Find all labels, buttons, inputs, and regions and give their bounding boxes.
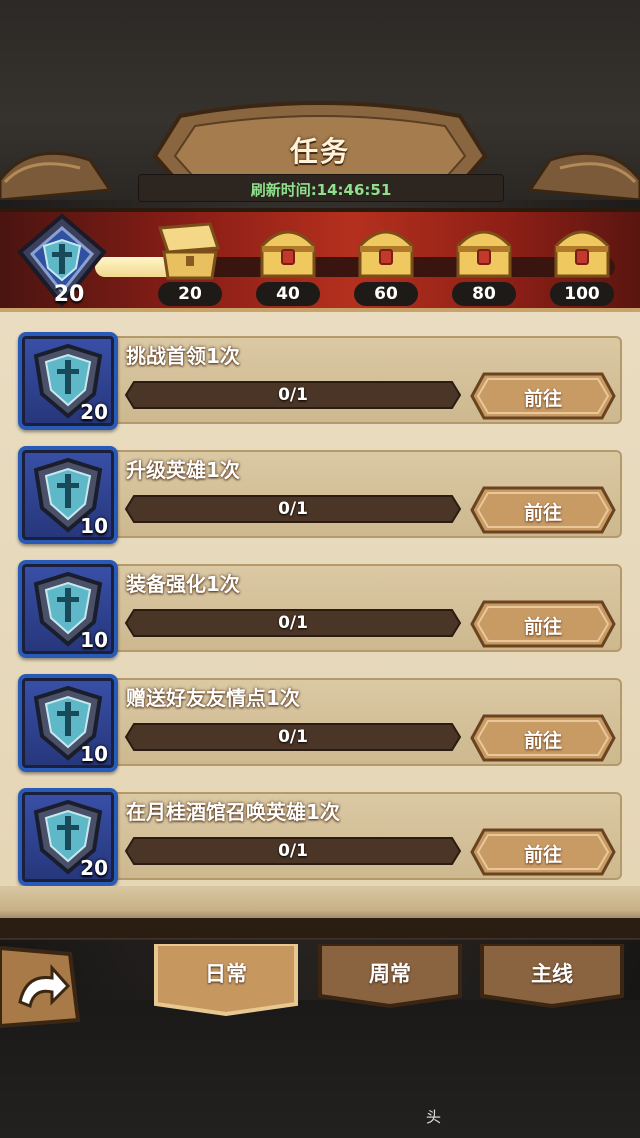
closed-chest-icon bbox=[260, 230, 316, 278]
closed-chest-icon bbox=[554, 230, 610, 278]
task-row: 10 装备强化1次 0/1 前往 bbox=[16, 554, 622, 660]
left-horn-ornament bbox=[0, 151, 113, 200]
milestone-label: 60 bbox=[354, 282, 418, 306]
go-button[interactable]: 前往 bbox=[470, 486, 616, 534]
tab-label: 日常 bbox=[205, 962, 247, 986]
task-progress-bar: 0/1 bbox=[124, 722, 462, 752]
task-reward-badge: 10 bbox=[18, 674, 118, 772]
go-button[interactable]: 前往 bbox=[470, 714, 616, 762]
tab-label: 主线 bbox=[531, 962, 573, 986]
milestone-chest-20[interactable]: 20 bbox=[150, 218, 230, 312]
refresh-timer-bar: 刷新时间:14:46:51 bbox=[138, 174, 504, 202]
milestone-label: 20 bbox=[158, 282, 222, 306]
task-progress-text: 0/1 bbox=[278, 613, 308, 633]
background-bottom bbox=[0, 1000, 640, 1138]
task-title: 装备强化1次 bbox=[126, 572, 240, 596]
go-button-label: 前往 bbox=[523, 502, 562, 524]
milestone-chest-40[interactable]: 40 bbox=[248, 218, 328, 312]
tab-weekly[interactable]: 周常 bbox=[316, 942, 464, 1016]
milestone-label: 80 bbox=[452, 282, 516, 306]
open-chest-icon bbox=[158, 222, 221, 280]
task-reward-points: 20 bbox=[80, 400, 108, 424]
page-title: 任务 bbox=[289, 135, 350, 168]
task-progress-text: 0/1 bbox=[278, 499, 308, 519]
milestone-chest-80[interactable]: 80 bbox=[444, 218, 524, 312]
activity-points-value: 20 bbox=[53, 282, 85, 307]
task-progress-text: 0/1 bbox=[278, 841, 308, 861]
go-button[interactable]: 前往 bbox=[470, 828, 616, 876]
go-button-label: 前往 bbox=[523, 616, 562, 638]
task-reward-badge: 20 bbox=[18, 788, 118, 886]
task-reward-points: 10 bbox=[80, 514, 108, 538]
task-reward-points: 20 bbox=[80, 856, 108, 880]
task-progress-text: 0/1 bbox=[278, 385, 308, 405]
task-title: 在月桂酒馆召唤英雄1次 bbox=[126, 800, 340, 824]
go-button-label: 前往 bbox=[523, 844, 562, 866]
go-button[interactable]: 前往 bbox=[470, 372, 616, 420]
tab-label: 周常 bbox=[369, 962, 411, 986]
tab-main-story[interactable]: 主线 bbox=[478, 942, 626, 1016]
task-row: 10 赠送好友友情点1次 0/1 前往 bbox=[16, 668, 622, 774]
back-arrow-icon bbox=[0, 945, 81, 1029]
task-progress-text: 0/1 bbox=[278, 727, 308, 747]
closed-chest-icon bbox=[358, 230, 414, 278]
task-title: 挑战首领1次 bbox=[126, 344, 240, 368]
refresh-time-label: 刷新时间:14:46:51 bbox=[250, 181, 392, 199]
task-reward-badge: 10 bbox=[18, 446, 118, 544]
go-button-label: 前往 bbox=[523, 730, 562, 752]
task-reward-points: 10 bbox=[80, 628, 108, 652]
panel-bottom-trim bbox=[0, 918, 640, 938]
task-title: 升级英雄1次 bbox=[126, 458, 240, 482]
tab-daily[interactable]: 日常 bbox=[152, 942, 300, 1017]
back-button[interactable] bbox=[0, 944, 81, 1029]
task-progress-bar: 0/1 bbox=[124, 380, 462, 410]
milestone-chest-60[interactable]: 60 bbox=[346, 218, 426, 312]
task-progress-bar: 0/1 bbox=[124, 608, 462, 638]
milestone-label: 40 bbox=[256, 282, 320, 306]
task-reward-badge: 10 bbox=[18, 560, 118, 658]
task-list-panel[interactable]: 20 挑战首领1次 0/1 前往 10 升级英雄1次 0/1 前往 10 装备强… bbox=[0, 312, 640, 892]
task-row: 10 升级英雄1次 0/1 前往 bbox=[16, 440, 622, 546]
milestone-label: 100 bbox=[550, 282, 614, 306]
right-horn-ornament bbox=[527, 151, 640, 200]
go-button[interactable]: 前往 bbox=[470, 600, 616, 648]
closed-chest-icon bbox=[456, 230, 512, 278]
task-progress-bar: 0/1 bbox=[124, 836, 462, 866]
task-row: 20 在月桂酒馆召唤英雄1次 0/1 前往 bbox=[16, 782, 622, 888]
task-reward-badge: 20 bbox=[18, 332, 118, 430]
milestone-chest-100[interactable]: 100 bbox=[542, 218, 622, 312]
task-progress-bar: 0/1 bbox=[124, 494, 462, 524]
watermark: 头 bbox=[426, 1108, 442, 1126]
task-reward-points: 10 bbox=[80, 742, 108, 766]
go-button-label: 前往 bbox=[523, 388, 562, 410]
task-title: 赠送好友友情点1次 bbox=[126, 686, 300, 710]
task-row: 20 挑战首领1次 0/1 前往 bbox=[16, 326, 622, 432]
